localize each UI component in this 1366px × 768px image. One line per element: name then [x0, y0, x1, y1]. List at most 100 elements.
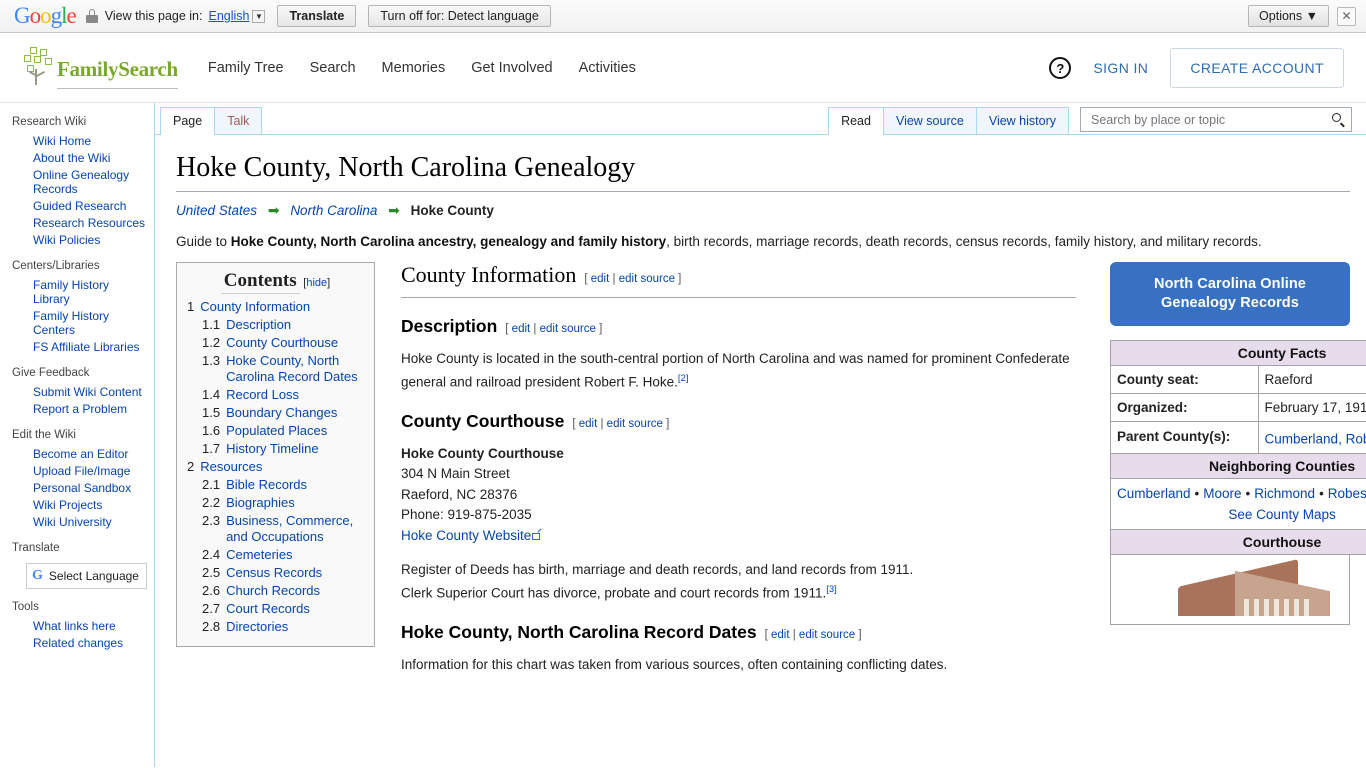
sidebar-link[interactable]: FS Affiliate Libraries: [33, 340, 140, 354]
neighbor-link-richmond[interactable]: Richmond: [1254, 486, 1315, 501]
sidebar-item-wiki-home[interactable]: Wiki Home: [0, 132, 154, 149]
sidebar-link[interactable]: Wiki Policies: [33, 233, 100, 247]
toc-item[interactable]: 1.3 Hoke County, North Carolina Record Da…: [187, 352, 364, 386]
sidebar-link[interactable]: Report a Problem: [33, 402, 127, 416]
nav-item-get-involved[interactable]: Get Involved: [471, 60, 552, 76]
search-box[interactable]: [1080, 107, 1352, 132]
sidebar-item-what-links-here[interactable]: What links here: [0, 617, 154, 634]
toc-hide-link[interactable]: hide: [306, 277, 327, 289]
tab-talk[interactable]: Talk: [214, 107, 263, 134]
toc-link[interactable]: Hoke County, North Carolina Record Dates: [226, 353, 364, 385]
sidebar-link[interactable]: Wiki Home: [33, 134, 91, 148]
sidebar-item-upload-file-image[interactable]: Upload File/Image: [0, 462, 154, 479]
edit-link[interactable]: edit: [579, 418, 598, 430]
sidebar-link[interactable]: Wiki University: [33, 515, 112, 529]
sidebar-item-guided-research[interactable]: Guided Research: [0, 197, 154, 214]
toc-item[interactable]: 2.1 Bible Records: [187, 476, 364, 494]
create-account-button[interactable]: CREATE ACCOUNT: [1170, 47, 1344, 88]
sidebar-item-report-a-problem[interactable]: Report a Problem: [0, 400, 154, 417]
sidebar-item-about-the-wiki[interactable]: About the Wiki: [0, 149, 154, 166]
courthouse-website-row[interactable]: Hoke County Website: [401, 526, 1076, 547]
edit-source-link[interactable]: edit source: [799, 629, 855, 641]
nav-item-activities[interactable]: Activities: [579, 60, 636, 76]
sidebar-item-wiki-policies[interactable]: Wiki Policies: [0, 231, 154, 248]
toc-item[interactable]: 2 Resources: [187, 458, 364, 476]
toc-link[interactable]: Business, Commerce, and Occupations: [226, 513, 364, 545]
sidebar-link[interactable]: Family History Centers: [33, 309, 109, 337]
tab-view-source[interactable]: View source: [882, 107, 977, 134]
toc-link[interactable]: Census Records: [226, 565, 322, 581]
toc-item[interactable]: 2.7 Court Records: [187, 600, 364, 618]
sidebar-item-research-resources[interactable]: Research Resources: [0, 214, 154, 231]
edit-source-link[interactable]: edit source: [619, 273, 675, 285]
reference-link[interactable]: [3]: [826, 584, 837, 595]
toc-item[interactable]: 2.4 Cemeteries: [187, 546, 364, 564]
sidebar-link[interactable]: Related changes: [33, 636, 123, 650]
sidebar-link[interactable]: Become an Editor: [33, 447, 128, 461]
sidebar-link[interactable]: Family History Library: [33, 278, 109, 306]
toc-link[interactable]: County Courthouse: [226, 335, 338, 351]
toc-item[interactable]: 2.2 Biographies: [187, 494, 364, 512]
toc-item[interactable]: 2.6 Church Records: [187, 582, 364, 600]
sidebar-link[interactable]: About the Wiki: [33, 151, 110, 165]
fact-value-parent-counties[interactable]: Cumberland, Robeson[1]: [1257, 421, 1366, 454]
toc-link[interactable]: Boundary Changes: [226, 405, 337, 421]
sidebar-link[interactable]: Personal Sandbox: [33, 481, 131, 495]
edit-link[interactable]: edit: [591, 273, 610, 285]
select-language-dropdown[interactable]: G Select Language: [26, 563, 147, 589]
sidebar-item-online-genealogy-records[interactable]: Online Genealogy Records: [0, 166, 154, 197]
courthouse-website-link[interactable]: Hoke County Website: [401, 528, 531, 543]
toc-item[interactable]: 1.5 Boundary Changes: [187, 404, 364, 422]
toc-item[interactable]: 2.8 Directories: [187, 618, 364, 636]
toc-link[interactable]: History Timeline: [226, 441, 318, 457]
edit-link[interactable]: edit: [512, 323, 531, 335]
search-input[interactable]: [1089, 111, 1332, 128]
toc-item[interactable]: 1.1 Description: [187, 316, 364, 334]
sidebar-link[interactable]: Online Genealogy Records: [33, 168, 129, 196]
see-county-maps-link[interactable]: See County Maps: [1228, 507, 1335, 522]
sidebar-link[interactable]: What links here: [33, 619, 116, 633]
familysearch-logo[interactable]: FamilySearch: [22, 46, 178, 89]
toc-link[interactable]: Populated Places: [226, 423, 327, 439]
language-link[interactable]: English: [208, 9, 249, 23]
turn-off-translate-button[interactable]: Turn off for: Detect language: [368, 5, 551, 27]
toc-link[interactable]: Description: [226, 317, 291, 333]
tab-page[interactable]: Page: [160, 107, 216, 135]
toc-item[interactable]: 1.4 Record Loss: [187, 386, 364, 404]
toc-link[interactable]: Record Loss: [226, 387, 299, 403]
sidebar-link[interactable]: Upload File/Image: [33, 464, 130, 478]
sidebar-item-wiki-projects[interactable]: Wiki Projects: [0, 496, 154, 513]
reference-link[interactable]: [2]: [678, 373, 689, 384]
toc-link[interactable]: Biographies: [226, 495, 295, 511]
chevron-down-icon[interactable]: ▼: [252, 9, 266, 23]
toc-link[interactable]: Church Records: [226, 583, 320, 599]
sidebar-item-family-history-library[interactable]: Family History Library: [0, 276, 154, 307]
toc-link[interactable]: Directories: [226, 619, 288, 635]
sidebar-item-wiki-university[interactable]: Wiki University: [0, 513, 154, 530]
toc-link[interactable]: County Information: [200, 299, 310, 315]
online-genealogy-records-button[interactable]: North Carolina Online Genealogy Records: [1110, 262, 1350, 326]
sidebar-item-submit-wiki-content[interactable]: Submit Wiki Content: [0, 383, 154, 400]
toc-item[interactable]: 1.7 History Timeline: [187, 440, 364, 458]
edit-source-link[interactable]: edit source: [540, 323, 596, 335]
toc-link[interactable]: Cemeteries: [226, 547, 292, 563]
options-button[interactable]: Options ▼: [1248, 5, 1329, 27]
neighbor-link-moore[interactable]: Moore: [1203, 486, 1241, 501]
neighbor-link-cumberland[interactable]: Cumberland: [1117, 486, 1191, 501]
sidebar-item-personal-sandbox[interactable]: Personal Sandbox: [0, 479, 154, 496]
edit-source-link[interactable]: edit source: [607, 418, 663, 430]
nav-item-family-tree[interactable]: Family Tree: [208, 60, 284, 76]
sidebar-item-related-changes[interactable]: Related changes: [0, 634, 154, 651]
edit-link[interactable]: edit: [771, 629, 790, 641]
breadcrumb-item-united-states[interactable]: United States: [176, 203, 257, 218]
search-icon[interactable]: [1332, 113, 1345, 128]
neighbor-link-robeson[interactable]: Robeson: [1328, 486, 1366, 501]
sidebar-link[interactable]: Submit Wiki Content: [33, 385, 142, 399]
translate-button[interactable]: Translate: [277, 5, 357, 27]
tab-view-history[interactable]: View history: [975, 107, 1069, 134]
sign-in-link[interactable]: SIGN IN: [1093, 60, 1148, 76]
sidebar-link[interactable]: Wiki Projects: [33, 498, 102, 512]
toc-item[interactable]: 2.3 Business, Commerce, and Occupations: [187, 512, 364, 546]
toc-hide-toggle[interactable]: [hide]: [303, 277, 330, 289]
toc-item[interactable]: 1 County Information: [187, 298, 364, 316]
